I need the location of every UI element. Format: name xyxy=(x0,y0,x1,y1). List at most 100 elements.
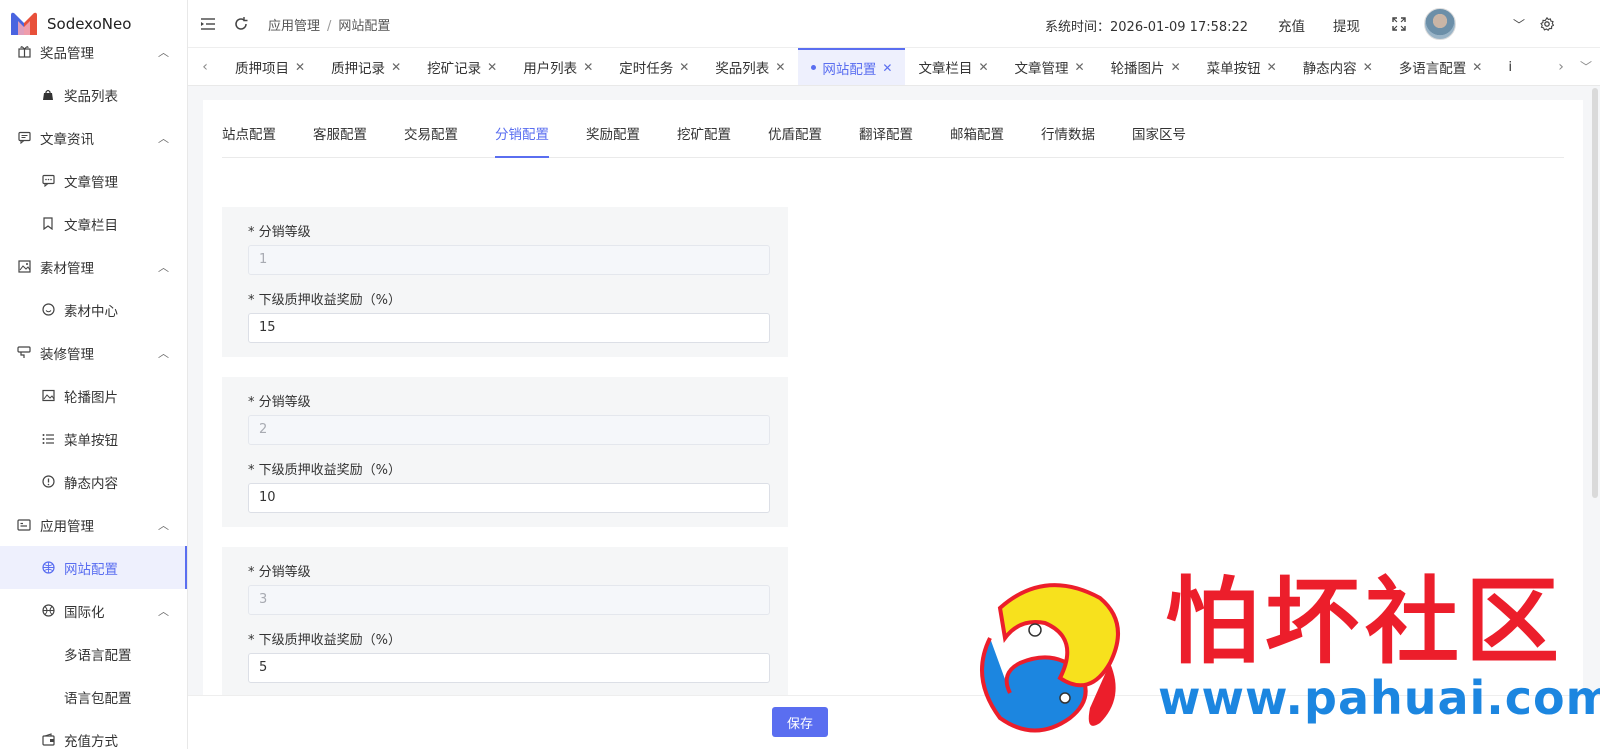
sidebar-item-app-management[interactable]: 应用管理 ︿ xyxy=(0,503,187,546)
sidebar-item-label: 文章管理 xyxy=(64,174,118,191)
tabs-bar: ‹ 质押项目 ✕ 质押记录 ✕ 挖矿记录 ✕ 用户列表 ✕ 定时任务 ✕ 奖品列表 ✕ 网站… xyxy=(188,48,1600,86)
tab-menu-buttons[interactable]: 菜单按钮 ✕ xyxy=(1194,48,1290,85)
sidebar-item-langpack-config[interactable]: 语言包配置 xyxy=(0,675,187,718)
close-icon[interactable]: ✕ xyxy=(1472,60,1482,74)
tab-label: 文章管理 xyxy=(1014,60,1069,77)
close-icon[interactable]: ✕ xyxy=(978,60,988,74)
sidebar: SodexoNeo 奖品管理 ︿ 奖品列表 文章资讯 ︿ 文章管理 文章栏目 素… xyxy=(0,0,188,749)
sidebar-item-i18n[interactable]: 国际化 ︿ xyxy=(0,589,187,632)
tab-multilang-config[interactable]: 多语言配置 ✕ xyxy=(1386,48,1496,85)
watermark: 怕坏社区 www.pahuai.com xyxy=(960,568,1600,749)
bookmark-icon xyxy=(41,217,55,231)
sidebar-item-material-center[interactable]: 素材中心 xyxy=(0,288,187,331)
sidebar-item-article-management[interactable]: 文章管理 xyxy=(0,159,187,202)
image-icon xyxy=(17,260,31,274)
close-icon[interactable]: ✕ xyxy=(1363,60,1373,74)
close-icon[interactable]: ✕ xyxy=(295,60,305,74)
tab-static-content[interactable]: 静态内容 ✕ xyxy=(1290,48,1386,85)
reward-input[interactable]: 15 xyxy=(248,313,770,343)
close-icon[interactable]: ✕ xyxy=(583,60,593,74)
sidebar-item-prize-management[interactable]: 奖品管理 ︿ xyxy=(0,30,187,73)
sidebar-item-material-management[interactable]: 素材管理 ︿ xyxy=(0,245,187,288)
sidebar-item-multilang-config[interactable]: 多语言配置 xyxy=(0,632,187,675)
tab-mining-record[interactable]: 挖矿记录 ✕ xyxy=(414,48,510,85)
reward-label: * 下级质押收益奖励（%） xyxy=(248,633,401,648)
close-icon[interactable]: ✕ xyxy=(679,60,689,74)
chevron-right-icon[interactable]: › xyxy=(1550,48,1572,85)
subtab-udun[interactable]: 优盾配置 xyxy=(768,120,822,158)
close-icon[interactable]: ✕ xyxy=(487,60,497,74)
menu-fold-icon[interactable] xyxy=(200,16,216,32)
close-icon[interactable]: ✕ xyxy=(391,60,401,74)
sidebar-item-decoration[interactable]: 装修管理 ︿ xyxy=(0,331,187,374)
sidebar-item-static-content[interactable]: 静态内容 xyxy=(0,460,187,503)
tab-article-category[interactable]: 文章栏目 ✕ xyxy=(905,48,1001,85)
tab-label: 轮播图片 xyxy=(1110,60,1165,77)
tab-scheduled-tasks[interactable]: 定时任务 ✕ xyxy=(606,48,702,85)
sidebar-item-prize-list[interactable]: 奖品列表 xyxy=(0,73,187,116)
breadcrumb-item[interactable]: 应用管理 xyxy=(268,19,320,34)
sidebar-item-articles[interactable]: 文章资讯 ︿ xyxy=(0,116,187,159)
refresh-icon[interactable] xyxy=(233,16,249,32)
tab-label: 奖品列表 xyxy=(715,60,770,77)
chat-dots-icon xyxy=(41,174,55,188)
tab-prize-list[interactable]: 奖品列表 ✕ xyxy=(702,48,798,85)
subtab-market-data[interactable]: 行情数据 xyxy=(1041,120,1095,158)
sidebar-item-label: 奖品列表 xyxy=(64,88,118,105)
level-input: 2 xyxy=(248,415,770,445)
fullscreen-icon[interactable] xyxy=(1391,16,1407,32)
save-button[interactable]: 保存 xyxy=(772,707,828,737)
subtab-distribution[interactable]: 分销配置 xyxy=(495,120,549,158)
chevron-down-icon[interactable]: ﹀ xyxy=(1511,16,1527,32)
reward-input[interactable]: 10 xyxy=(248,483,770,513)
distribution-level-card: * 分销等级 2 * 下级质押收益奖励（%） 10 xyxy=(222,377,788,527)
tab-pledge-record[interactable]: 质押记录 ✕ xyxy=(318,48,414,85)
subtab-country-code[interactable]: 国家区号 xyxy=(1132,120,1186,158)
reward-input[interactable]: 5 xyxy=(248,653,770,683)
subtab-customer-service[interactable]: 客服配置 xyxy=(313,120,367,158)
tab-truncated[interactable]: i xyxy=(1495,48,1514,85)
sidebar-item-article-category[interactable]: 文章栏目 xyxy=(0,202,187,245)
tab-article-management[interactable]: 文章管理 ✕ xyxy=(1002,48,1098,85)
subtab-reward[interactable]: 奖励配置 xyxy=(586,120,640,158)
subtab-trade[interactable]: 交易配置 xyxy=(404,120,458,158)
gift-icon xyxy=(17,45,31,59)
subtab-mining[interactable]: 挖矿配置 xyxy=(677,120,731,158)
close-icon[interactable]: ✕ xyxy=(775,60,785,74)
close-icon[interactable]: ✕ xyxy=(882,61,892,75)
chevron-down-icon[interactable]: ﹀ xyxy=(1572,48,1600,85)
subtab-site[interactable]: 站点配置 xyxy=(222,120,276,158)
subtab-translation[interactable]: 翻译配置 xyxy=(859,120,913,158)
sidebar-item-menu-buttons[interactable]: 菜单按钮 xyxy=(0,417,187,460)
sidebar-item-recharge-methods[interactable]: 充值方式 xyxy=(0,718,187,749)
close-icon[interactable]: ✕ xyxy=(1267,60,1277,74)
withdraw-link[interactable]: 提现 xyxy=(1333,15,1360,35)
breadcrumb: 应用管理 / 网站配置 xyxy=(268,19,391,34)
scrollbar[interactable] xyxy=(1592,88,1598,498)
tab-user-list[interactable]: 用户列表 ✕ xyxy=(510,48,606,85)
watermark-text: 怕坏社区 xyxy=(1165,568,1566,677)
tab-label: i xyxy=(1508,58,1513,75)
recharge-link[interactable]: 充值 xyxy=(1278,15,1305,35)
tab-carousel[interactable]: 轮播图片 ✕ xyxy=(1098,48,1194,85)
close-icon[interactable]: ✕ xyxy=(1075,60,1085,74)
distribution-level-card: * 分销等级 3 * 下级质押收益奖励（%） 5 xyxy=(222,547,788,695)
user-avatar[interactable] xyxy=(1424,8,1456,40)
sidebar-item-site-config[interactable]: 网站配置 xyxy=(0,546,187,589)
tab-pledge-project[interactable]: 质押项目 ✕ xyxy=(222,48,318,85)
sidebar-item-label: 文章资讯 xyxy=(40,131,94,148)
subtab-email[interactable]: 邮箱配置 xyxy=(950,120,1004,158)
tab-site-config[interactable]: 网站配置 ✕ xyxy=(798,48,906,85)
sidebar-item-carousel[interactable]: 轮播图片 xyxy=(0,374,187,417)
tab-label: 定时任务 xyxy=(619,60,674,77)
chevron-up-icon: ︿ xyxy=(158,518,169,532)
chevron-left-icon[interactable]: ‹ xyxy=(188,48,222,85)
close-icon[interactable]: ✕ xyxy=(1171,60,1181,74)
reward-label: * 下级质押收益奖励（%） xyxy=(248,293,401,308)
active-dot xyxy=(811,65,817,70)
tab-label: 网站配置 xyxy=(822,61,877,78)
smile-icon xyxy=(41,303,55,317)
gear-icon[interactable] xyxy=(1539,16,1555,32)
message-icon xyxy=(17,131,31,145)
info-icon xyxy=(41,475,55,489)
